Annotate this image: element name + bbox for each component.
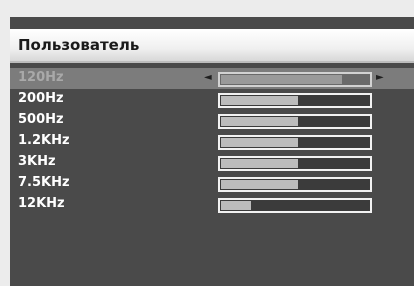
band-label: 200Hz bbox=[18, 91, 64, 106]
equalizer-row-120hz[interactable]: 120Hz ◄ ► bbox=[10, 68, 414, 89]
band-slider-fill bbox=[221, 180, 298, 189]
band-slider-fill bbox=[221, 201, 251, 210]
band-slider[interactable] bbox=[218, 135, 372, 150]
tv-screen: Пользователь 120Hz ◄ ► 200Hz 500Hz 1.2KH… bbox=[0, 0, 414, 286]
band-slider[interactable] bbox=[218, 156, 372, 171]
band-label: 500Hz bbox=[18, 112, 64, 127]
band-label: 12KHz bbox=[18, 196, 65, 211]
band-slider-fill bbox=[221, 138, 298, 147]
band-label: 3KHz bbox=[18, 154, 56, 169]
band-label: 7.5KHz bbox=[18, 175, 70, 190]
equalizer-row-1-2khz[interactable]: 1.2KHz bbox=[10, 131, 414, 152]
band-slider-fill bbox=[221, 117, 298, 126]
equalizer-row-3khz[interactable]: 3KHz bbox=[10, 152, 414, 173]
equalizer-row-200hz[interactable]: 200Hz bbox=[10, 89, 414, 110]
band-slider-fill bbox=[221, 159, 298, 168]
band-label: 1.2KHz bbox=[18, 133, 70, 148]
equalizer-row-7-5khz[interactable]: 7.5KHz bbox=[10, 173, 414, 194]
band-slider[interactable] bbox=[218, 114, 372, 129]
band-slider[interactable] bbox=[218, 198, 372, 213]
equalizer-row-12khz[interactable]: 12KHz bbox=[10, 194, 414, 215]
arrow-left-icon[interactable]: ◄ bbox=[204, 71, 212, 85]
band-slider-fill bbox=[221, 75, 342, 84]
equalizer-row-500hz[interactable]: 500Hz bbox=[10, 110, 414, 131]
equalizer-list: 120Hz ◄ ► 200Hz 500Hz 1.2KHz 3KHz 7.5KHz… bbox=[10, 68, 414, 215]
band-slider[interactable] bbox=[218, 93, 372, 108]
menu-title: Пользователь bbox=[18, 36, 140, 54]
band-label: 120Hz bbox=[18, 70, 64, 85]
band-slider[interactable] bbox=[218, 72, 372, 87]
band-slider[interactable] bbox=[218, 177, 372, 192]
band-slider-fill bbox=[221, 96, 298, 105]
arrow-right-icon[interactable]: ► bbox=[376, 71, 384, 85]
